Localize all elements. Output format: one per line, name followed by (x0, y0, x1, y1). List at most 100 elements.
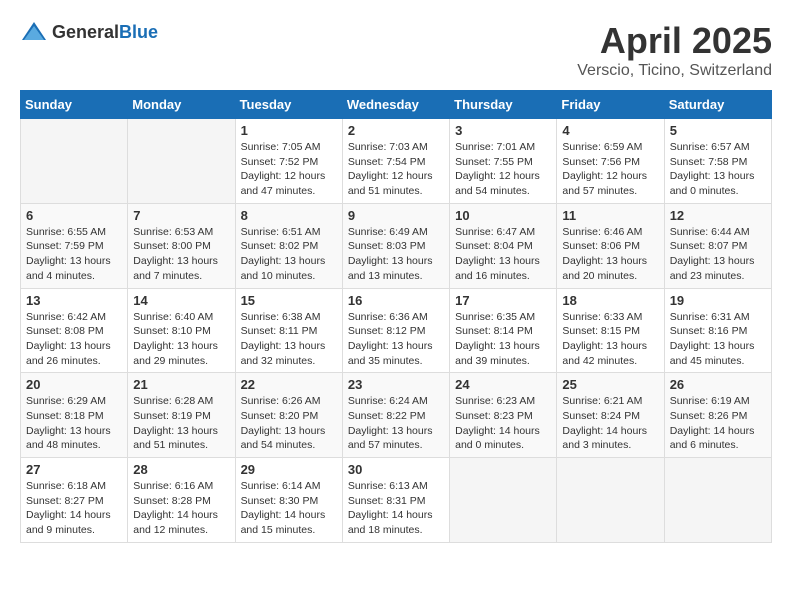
weekday-header-monday: Monday (128, 91, 235, 119)
calendar-cell: 22Sunrise: 6:26 AM Sunset: 8:20 PM Dayli… (235, 373, 342, 458)
day-info: Sunrise: 6:42 AM Sunset: 8:08 PM Dayligh… (26, 310, 122, 369)
calendar-cell (450, 458, 557, 543)
day-info: Sunrise: 6:13 AM Sunset: 8:31 PM Dayligh… (348, 479, 444, 538)
day-number: 3 (455, 123, 551, 138)
calendar-cell: 24 Sunrise: 6:23 AM Sunset: 8:23 PM Dayli… (450, 373, 557, 458)
calendar-cell: 10 Sunrise: 6:47 AM Sunset: 8:04 PM Dayli… (450, 203, 557, 288)
calendar-cell: 3Sunrise: 7:01 AM Sunset: 7:55 PM Daylig… (450, 119, 557, 204)
calendar-cell: 20 Sunrise: 6:29 AM Sunset: 8:18 PM Dayli… (21, 373, 128, 458)
day-info: Sunrise: 6:29 AM Sunset: 8:18 PM Dayligh… (26, 394, 122, 453)
calendar-cell: 2 Sunrise: 7:03 AM Sunset: 7:54 PM Daylig… (342, 119, 449, 204)
calendar-cell: 29 Sunrise: 6:14 AM Sunset: 8:30 PM Dayli… (235, 458, 342, 543)
day-info: Sunrise: 6:28 AM Sunset: 8:19 PM Dayligh… (133, 394, 229, 453)
day-info: Sunrise: 6:44 AM Sunset: 8:07 PM Dayligh… (670, 225, 766, 284)
day-info: Sunrise: 6:33 AM Sunset: 8:15 PM Dayligh… (562, 310, 658, 369)
day-info: Sunrise: 6:40 AM Sunset: 8:10 PM Dayligh… (133, 310, 229, 369)
day-info: Sunrise: 6:21 AM Sunset: 8:24 PM Dayligh… (562, 394, 658, 453)
day-info: Sunrise: 6:47 AM Sunset: 8:04 PM Dayligh… (455, 225, 551, 284)
logo-blue: Blue (119, 22, 158, 42)
day-number: 2 (348, 123, 444, 138)
calendar-cell: 4 Sunrise: 6:59 AM Sunset: 7:56 PM Daylig… (557, 119, 664, 204)
week-row-3: 13 Sunrise: 6:42 AM Sunset: 8:08 PM Dayli… (21, 288, 772, 373)
calendar-cell (128, 119, 235, 204)
calendar-cell: 1 Sunrise: 7:05 AM Sunset: 7:52 PM Daylig… (235, 119, 342, 204)
day-number: 9 (348, 208, 444, 223)
day-info: Sunrise: 6:14 AM Sunset: 8:30 PM Dayligh… (241, 479, 337, 538)
calendar-cell: 14 Sunrise: 6:40 AM Sunset: 8:10 PM Dayli… (128, 288, 235, 373)
calendar-cell: 6Sunrise: 6:55 AM Sunset: 7:59 PM Daylig… (21, 203, 128, 288)
day-number: 21 (133, 377, 229, 392)
day-info: Sunrise: 6:16 AM Sunset: 8:28 PM Dayligh… (133, 479, 229, 538)
calendar-cell (557, 458, 664, 543)
logo-general: General (52, 22, 119, 42)
day-number: 20 (26, 377, 122, 392)
day-info: Sunrise: 6:49 AM Sunset: 8:03 PM Dayligh… (348, 225, 444, 284)
day-info: Sunrise: 6:59 AM Sunset: 7:56 PM Dayligh… (562, 140, 658, 199)
weekday-header-wednesday: Wednesday (342, 91, 449, 119)
weekday-header-tuesday: Tuesday (235, 91, 342, 119)
weekday-header-row: SundayMondayTuesdayWednesdayThursdayFrid… (21, 91, 772, 119)
calendar-cell: 23Sunrise: 6:24 AM Sunset: 8:22 PM Dayli… (342, 373, 449, 458)
calendar-cell: 5 Sunrise: 6:57 AM Sunset: 7:58 PM Daylig… (664, 119, 771, 204)
title-block: April 2025 Verscio, Ticino, Switzerland (577, 20, 772, 80)
calendar-cell: 15 Sunrise: 6:38 AM Sunset: 8:11 PM Dayli… (235, 288, 342, 373)
day-number: 26 (670, 377, 766, 392)
calendar-cell: 12 Sunrise: 6:44 AM Sunset: 8:07 PM Dayli… (664, 203, 771, 288)
calendar-cell: 21 Sunrise: 6:28 AM Sunset: 8:19 PM Dayli… (128, 373, 235, 458)
day-info: Sunrise: 6:24 AM Sunset: 8:22 PM Dayligh… (348, 394, 444, 453)
calendar-title: April 2025 (577, 20, 772, 62)
day-number: 5 (670, 123, 766, 138)
calendar-cell: 26 Sunrise: 6:19 AM Sunset: 8:26 PM Dayli… (664, 373, 771, 458)
calendar-cell: 13 Sunrise: 6:42 AM Sunset: 8:08 PM Dayli… (21, 288, 128, 373)
logo: GeneralBlue (20, 20, 158, 44)
day-number: 27 (26, 462, 122, 477)
day-info: Sunrise: 6:35 AM Sunset: 8:14 PM Dayligh… (455, 310, 551, 369)
day-info: Sunrise: 6:53 AM Sunset: 8:00 PM Dayligh… (133, 225, 229, 284)
day-number: 11 (562, 208, 658, 223)
day-number: 12 (670, 208, 766, 223)
day-number: 30 (348, 462, 444, 477)
day-number: 10 (455, 208, 551, 223)
calendar-cell: 16Sunrise: 6:36 AM Sunset: 8:12 PM Dayli… (342, 288, 449, 373)
day-number: 7 (133, 208, 229, 223)
calendar-cell: 19 Sunrise: 6:31 AM Sunset: 8:16 PM Dayli… (664, 288, 771, 373)
week-row-1: 1 Sunrise: 7:05 AM Sunset: 7:52 PM Daylig… (21, 119, 772, 204)
calendar-cell (664, 458, 771, 543)
calendar-cell: 11Sunrise: 6:46 AM Sunset: 8:06 PM Dayli… (557, 203, 664, 288)
weekday-header-saturday: Saturday (664, 91, 771, 119)
day-info: Sunrise: 6:18 AM Sunset: 8:27 PM Dayligh… (26, 479, 122, 538)
day-info: Sunrise: 7:05 AM Sunset: 7:52 PM Dayligh… (241, 140, 337, 199)
weekday-header-sunday: Sunday (21, 91, 128, 119)
day-number: 6 (26, 208, 122, 223)
day-number: 4 (562, 123, 658, 138)
day-number: 19 (670, 293, 766, 308)
day-number: 25 (562, 377, 658, 392)
calendar-cell: 25 Sunrise: 6:21 AM Sunset: 8:24 PM Dayli… (557, 373, 664, 458)
day-number: 29 (241, 462, 337, 477)
day-number: 24 (455, 377, 551, 392)
page-header: GeneralBlue April 2025 Verscio, Ticino, … (20, 20, 772, 80)
calendar-cell (21, 119, 128, 204)
weekday-header-friday: Friday (557, 91, 664, 119)
day-info: Sunrise: 6:26 AM Sunset: 8:20 PM Dayligh… (241, 394, 337, 453)
calendar-subtitle: Verscio, Ticino, Switzerland (577, 62, 772, 80)
day-number: 14 (133, 293, 229, 308)
day-info: Sunrise: 7:03 AM Sunset: 7:54 PM Dayligh… (348, 140, 444, 199)
day-number: 28 (133, 462, 229, 477)
day-number: 1 (241, 123, 337, 138)
week-row-2: 6Sunrise: 6:55 AM Sunset: 7:59 PM Daylig… (21, 203, 772, 288)
day-info: Sunrise: 6:38 AM Sunset: 8:11 PM Dayligh… (241, 310, 337, 369)
day-number: 13 (26, 293, 122, 308)
day-info: Sunrise: 6:19 AM Sunset: 8:26 PM Dayligh… (670, 394, 766, 453)
day-info: Sunrise: 6:23 AM Sunset: 8:23 PM Dayligh… (455, 394, 551, 453)
day-number: 15 (241, 293, 337, 308)
day-number: 8 (241, 208, 337, 223)
day-info: Sunrise: 6:57 AM Sunset: 7:58 PM Dayligh… (670, 140, 766, 199)
week-row-4: 20 Sunrise: 6:29 AM Sunset: 8:18 PM Dayli… (21, 373, 772, 458)
calendar-cell: 9 Sunrise: 6:49 AM Sunset: 8:03 PM Daylig… (342, 203, 449, 288)
day-number: 18 (562, 293, 658, 308)
calendar-cell: 7 Sunrise: 6:53 AM Sunset: 8:00 PM Daylig… (128, 203, 235, 288)
day-info: Sunrise: 6:31 AM Sunset: 8:16 PM Dayligh… (670, 310, 766, 369)
day-info: Sunrise: 6:51 AM Sunset: 8:02 PM Dayligh… (241, 225, 337, 284)
week-row-5: 27 Sunrise: 6:18 AM Sunset: 8:27 PM Dayli… (21, 458, 772, 543)
